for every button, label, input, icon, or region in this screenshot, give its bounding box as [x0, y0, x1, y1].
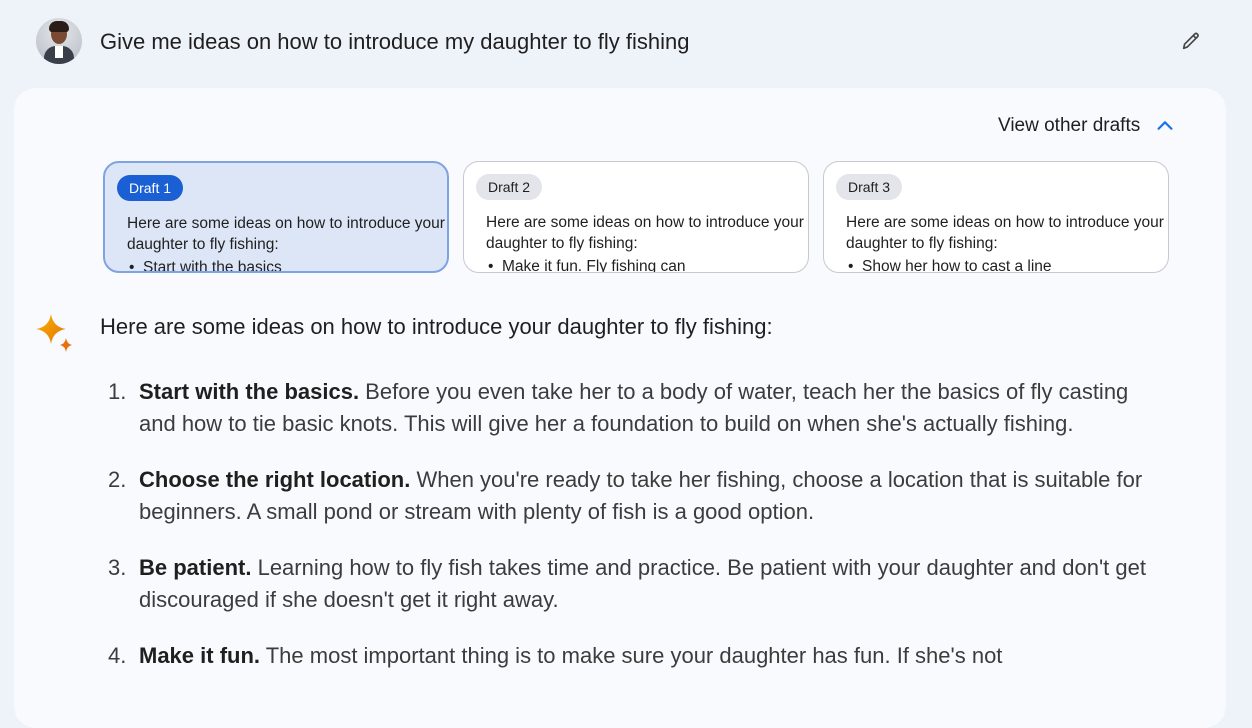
avatar-collar	[55, 46, 63, 58]
sparkle-icon	[36, 314, 72, 352]
list-item-number: 4.	[108, 643, 127, 668]
list-item-body: Learning how to fly fish takes time and …	[139, 555, 1146, 612]
avatar-hair	[49, 21, 69, 32]
view-other-drafts-label: View other drafts	[998, 115, 1141, 136]
draft-preview-bullet: Start with the basics	[129, 257, 282, 271]
list-item: 1. Start with the basics. Before you even…	[108, 376, 1168, 439]
user-avatar[interactable]	[36, 18, 82, 64]
draft-card-1[interactable]: Draft 1 Here are some ideas on how to in…	[103, 161, 449, 273]
prompt-text: Give me ideas on how to introduce my dau…	[100, 29, 690, 54]
list-item: 2. Choose the right location. When you're…	[108, 464, 1168, 527]
draft-preview-bullet: Show her how to cast a line	[848, 256, 1052, 272]
draft-label: Draft 1	[117, 175, 184, 201]
list-item-heading: Start with the basics.	[139, 379, 360, 404]
list-item-heading: Choose the right location.	[139, 467, 411, 492]
list-item-heading: Make it fun.	[139, 643, 261, 668]
draft-preview-text: Here are some ideas on how to introduce …	[846, 214, 1164, 252]
list-item: 3. Be patient. Learning how to fly fish t…	[108, 552, 1168, 615]
draft-label: Draft 2	[476, 174, 543, 200]
list-item-heading: Be patient.	[139, 555, 252, 580]
draft-preview-bullet: Make it fun. Fly fishing can	[488, 256, 685, 272]
draft-card-2[interactable]: Draft 2 Here are some ideas on how to in…	[463, 161, 809, 273]
list-item: 4. Make it fun. The most important thing …	[108, 640, 1168, 672]
user-prompt-row: Give me ideas on how to introduce my dau…	[0, 0, 1252, 86]
view-other-drafts-button[interactable]: View other drafts	[998, 114, 1176, 138]
list-item-number: 3.	[108, 555, 127, 580]
list-item-number: 1.	[108, 379, 127, 404]
response-list: 1. Start with the basics. Before you even…	[108, 376, 1168, 697]
draft-label: Draft 3	[836, 174, 903, 200]
list-item-number: 2.	[108, 467, 127, 492]
draft-card-3[interactable]: Draft 3 Here are some ideas on how to in…	[823, 161, 1169, 273]
chevron-up-icon	[1157, 121, 1173, 130]
edit-pencil-icon[interactable]	[1180, 30, 1202, 52]
draft-preview-text: Here are some ideas on how to introduce …	[127, 215, 445, 253]
response-intro: Here are some ideas on how to introduce …	[100, 314, 773, 339]
list-item-body: The most important thing is to make sure…	[260, 643, 1003, 668]
draft-preview-text: Here are some ideas on how to introduce …	[486, 214, 804, 252]
